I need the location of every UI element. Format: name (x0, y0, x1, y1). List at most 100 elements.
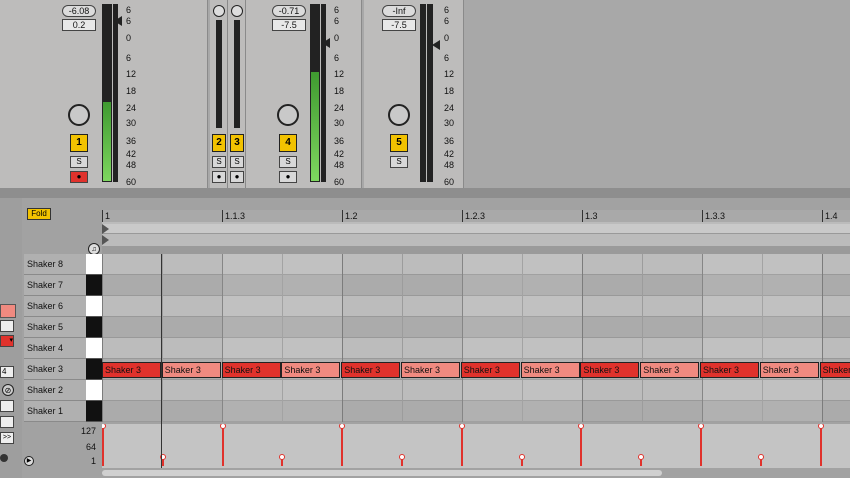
midi-note[interactable]: Shaker 3 (221, 362, 281, 378)
piano-key[interactable] (86, 296, 102, 317)
option-box[interactable] (0, 416, 14, 428)
midi-note[interactable]: Shaker 3 (460, 362, 520, 378)
option-box[interactable] (0, 320, 14, 332)
track-activator-5[interactable]: 5 (390, 134, 408, 152)
meter-scale-label: 6 (444, 16, 450, 27)
circle-icon[interactable] (213, 5, 225, 17)
piano-keys[interactable] (86, 254, 102, 422)
midi-note[interactable]: Shaker 3 (580, 362, 640, 378)
loop-brace[interactable] (102, 224, 850, 234)
left-edge-panel: ▾ 4 ⊘ >> (0, 198, 22, 478)
solo-button[interactable]: S (70, 156, 88, 168)
lane-label: Shaker 8 (24, 254, 86, 275)
piano-key[interactable] (86, 401, 102, 422)
record-arm-button[interactable]: ● (212, 171, 226, 183)
meter-scale-label: 0 (126, 32, 132, 43)
record-arm-button[interactable]: ● (279, 171, 297, 183)
volume-fader-handle[interactable] (114, 16, 122, 26)
piano-key[interactable] (86, 359, 102, 380)
side-value-box[interactable]: 4 (0, 366, 14, 378)
midi-note[interactable]: Shaker 3 (640, 362, 700, 378)
velocity-stem[interactable] (580, 426, 583, 466)
velocity-stem[interactable] (221, 426, 224, 466)
piano-key[interactable] (86, 380, 102, 401)
midi-note[interactable]: Shaker 3 (759, 362, 819, 378)
midi-note[interactable]: Shaker 3 (102, 362, 161, 378)
pan-readout[interactable]: -7.5 (382, 19, 416, 31)
solo-button[interactable]: S (212, 156, 226, 168)
dropdown-red[interactable]: ▾ (0, 335, 14, 347)
fold-button[interactable]: Fold (27, 208, 51, 220)
panel-divider[interactable] (0, 188, 850, 198)
track-activator-3[interactable]: 3 (230, 134, 244, 152)
solo-button[interactable]: S (230, 156, 244, 168)
solo-button[interactable]: S (279, 156, 297, 168)
velocity-handle[interactable] (698, 424, 704, 429)
dark-dot-icon (0, 454, 8, 462)
volume-readout[interactable]: -0.71 (272, 5, 306, 17)
volume-readout[interactable]: -Inf (382, 5, 416, 17)
option-box[interactable] (0, 400, 14, 412)
velocity-editor[interactable] (102, 424, 850, 468)
midi-note[interactable]: Shaker 3 (520, 362, 580, 378)
piano-key[interactable] (86, 338, 102, 359)
velocity-handle[interactable] (578, 424, 585, 429)
solo-button[interactable]: S (390, 156, 408, 168)
record-arm-button[interactable]: ● (70, 171, 88, 183)
level-meter (420, 4, 426, 182)
midi-note[interactable]: Shaker 3 (819, 362, 850, 378)
velocity-handle[interactable] (102, 424, 106, 429)
midi-note[interactable]: Shaker 3 (341, 362, 401, 378)
pan-readout[interactable]: 0.2 (62, 19, 96, 31)
velocity-handle[interactable] (757, 453, 764, 460)
velocity-stem[interactable] (460, 426, 463, 466)
piano-key[interactable] (86, 275, 102, 296)
ruler-label: 1.2.3 (465, 211, 486, 221)
velocity-handle[interactable] (339, 424, 346, 429)
midi-note[interactable]: Shaker 3 (401, 362, 460, 378)
velocity-handle[interactable] (638, 453, 645, 460)
note-grid[interactable]: Shaker 3 Shaker 3 Shaker 3 Shaker 3 Shaker 3… (102, 254, 850, 422)
volume-fader-handle[interactable] (432, 40, 440, 50)
meter-scale-label: 0 (444, 32, 450, 43)
pan-knob[interactable] (388, 104, 410, 126)
color-swatch[interactable] (0, 304, 16, 318)
velocity-handle[interactable] (458, 424, 465, 429)
meter-scale-label: 24 (126, 102, 137, 113)
meter-scale-label: 18 (126, 85, 137, 96)
velocity-handle[interactable] (219, 424, 226, 429)
velocity-scale-label: 64 (85, 442, 96, 452)
horizontal-scrollbar[interactable] (102, 470, 662, 476)
piano-key[interactable] (86, 254, 102, 275)
track-activator-2[interactable]: 2 (212, 134, 226, 152)
link-icon[interactable]: ⊘ (2, 384, 14, 396)
track-activator-4[interactable]: 4 (279, 134, 297, 152)
piano-key[interactable] (86, 317, 102, 338)
velocity-handle[interactable] (279, 453, 286, 460)
meter-scale-label: 48 (444, 160, 455, 171)
record-arm-button[interactable]: ● (230, 171, 244, 183)
start-marker-icon[interactable] (102, 224, 109, 234)
velocity-handle[interactable] (518, 453, 525, 460)
velocity-stem[interactable] (102, 426, 104, 466)
velocity-stem[interactable] (819, 426, 822, 466)
volume-fader-handle[interactable] (322, 38, 330, 48)
forward-icon[interactable]: >> (0, 432, 14, 444)
velocity-handle[interactable] (817, 424, 824, 429)
pan-knob[interactable] (68, 104, 90, 126)
velocity-handle[interactable] (399, 453, 405, 460)
track-activator-1[interactable]: 1 (70, 134, 88, 152)
circle-icon[interactable] (231, 5, 243, 17)
end-marker-icon[interactable] (102, 235, 109, 245)
mixer-strip-4: -0.71 -7.5 4 S ● 6 6 0 6 12 18 24 30 36 42 48 60 (246, 0, 362, 188)
level-meter (102, 4, 112, 182)
pan-readout[interactable]: -7.5 (272, 19, 306, 31)
velocity-stem[interactable] (341, 426, 344, 466)
volume-readout[interactable]: -6.08 (62, 5, 96, 17)
velocity-stem[interactable] (700, 426, 702, 466)
midi-note[interactable]: Shaker 3 (700, 362, 759, 378)
pan-knob[interactable] (277, 104, 299, 126)
play-icon[interactable]: ▶ (24, 456, 34, 466)
midi-note[interactable]: Shaker 3 (281, 362, 341, 378)
midi-note[interactable]: Shaker 3 (161, 362, 221, 378)
